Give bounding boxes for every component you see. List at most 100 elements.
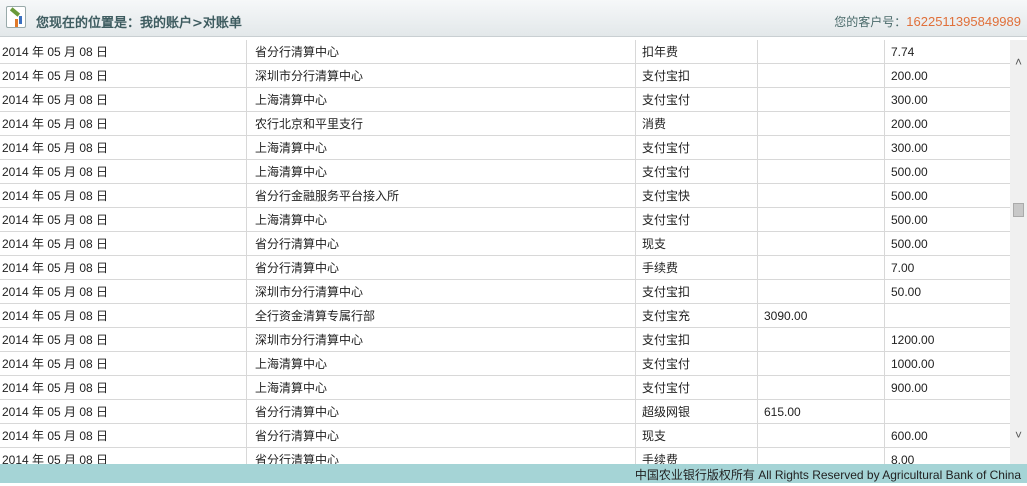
date-cell: 2014 年 05 月 08 日: [0, 328, 247, 352]
summary-cell: 支付宝快: [636, 184, 758, 208]
expense-cell: 7.74: [891, 45, 915, 59]
income-cell: [758, 112, 885, 136]
table-row: 2014 年 05 月 08 日省分行清算中心 现支 500.00: [0, 232, 1010, 256]
institution-cell: 深圳市分行清算中心: [247, 64, 636, 88]
date-cell: 2014 年 05 月 08 日: [0, 376, 247, 400]
summary-cell: 支付宝付: [636, 208, 758, 232]
expense-cell: 8.00: [891, 453, 915, 464]
table-row: 2014 年 05 月 08 日深圳市分行清算中心 支付宝扣 200.00: [0, 64, 1010, 88]
date-cell: 2014 年 05 月 08 日: [0, 352, 247, 376]
date-cell: 2014 年 05 月 08 日: [0, 232, 247, 256]
summary-cell: 支付宝充: [636, 304, 758, 328]
table-row: 2014 年 05 月 08 日上海清算中心 支付宝付 1000.00: [0, 352, 1010, 376]
table-row: 2014 年 05 月 08 日全行资金清算专属行部 支付宝充 3090.00: [0, 304, 1010, 328]
summary-cell: 支付宝扣: [636, 64, 758, 88]
customer-label: 您的客户号：: [834, 15, 907, 29]
scroll-down-icon[interactable]: ˅: [1010, 427, 1027, 444]
income-cell: [758, 184, 885, 208]
expense-cell: [885, 304, 1010, 328]
summary-cell: 扣年费: [636, 40, 758, 64]
expense-cell: 500.00: [891, 189, 928, 203]
income-cell: [758, 376, 885, 400]
scroll-up-icon[interactable]: ˄: [1010, 54, 1027, 71]
table-row: 2014 年 05 月 08 日省分行清算中心 超级网银 615.00: [0, 400, 1010, 424]
expense-cell: 7.00: [891, 261, 915, 275]
institution-cell: 上海清算中心: [247, 208, 636, 232]
institution-cell: 省分行清算中心: [247, 232, 636, 256]
scrollbar[interactable]: ˄ ˅: [1010, 40, 1027, 464]
table-row: 2014 年 05 月 08 日上海清算中心 支付宝付 500.00: [0, 208, 1010, 232]
table-row: 2014 年 05 月 08 日省分行清算中心 现支 600.00: [0, 424, 1010, 448]
income-cell: [758, 64, 885, 88]
institution-cell: 上海清算中心: [247, 376, 636, 400]
summary-cell: 手续费: [636, 256, 758, 280]
table-row: 2014 年 05 月 08 日上海清算中心 支付宝付 500.00: [0, 160, 1010, 184]
table-row: 2014 年 05 月 08 日上海清算中心 支付宝付 300.00: [0, 136, 1010, 160]
income-cell: [758, 256, 885, 280]
summary-cell: 支付宝付: [636, 352, 758, 376]
summary-cell: 手续费: [636, 448, 758, 464]
expense-cell: 50.00: [891, 285, 922, 299]
date-cell: 2014 年 05 月 08 日: [0, 64, 247, 88]
institution-cell: 深圳市分行清算中心: [247, 280, 636, 304]
income-cell: [758, 280, 885, 304]
date-cell: 2014 年 05 月 08 日: [0, 136, 247, 160]
expense-cell: 900.00: [891, 381, 928, 395]
table-row: 2014 年 05 月 08 日省分行清算中心 扣年费 7.74: [0, 40, 1010, 64]
summary-cell: 支付宝扣: [636, 280, 758, 304]
statement-table: 2014 年 05 月 08 日省分行清算中心 扣年费 7.74 2014 年 05 …: [0, 40, 1010, 464]
summary-cell: 支付宝付: [636, 376, 758, 400]
date-cell: 2014 年 05 月 08 日: [0, 256, 247, 280]
scrollbar-thumb[interactable]: [1013, 203, 1024, 217]
date-cell: 2014 年 05 月 08 日: [0, 88, 247, 112]
page-header: 您现在的位置是：我的账户>对账单 您的客户号：1622511395849989: [0, 0, 1027, 37]
institution-cell: 上海清算中心: [247, 88, 636, 112]
table-row: 2014 年 05 月 08 日上海清算中心 支付宝付 300.00: [0, 88, 1010, 112]
income-cell: [758, 208, 885, 232]
expense-cell: 600.00: [891, 429, 928, 443]
institution-cell: 上海清算中心: [247, 136, 636, 160]
income-cell: [758, 136, 885, 160]
institution-cell: 省分行清算中心: [247, 256, 636, 280]
institution-cell: 深圳市分行清算中心: [247, 328, 636, 352]
expense-cell: 300.00: [891, 141, 928, 155]
date-cell: 2014 年 05 月 08 日: [0, 424, 247, 448]
institution-cell: 农行北京和平里支行: [247, 112, 636, 136]
income-cell: [758, 40, 885, 64]
expense-cell: 300.00: [891, 93, 928, 107]
income-cell: [758, 424, 885, 448]
income-cell: 615.00: [758, 400, 885, 424]
table-row: 2014 年 05 月 08 日省分行清算中心 手续费 7.00: [0, 256, 1010, 280]
date-cell: 2014 年 05 月 08 日: [0, 208, 247, 232]
institution-cell: 全行资金清算专属行部: [247, 304, 636, 328]
institution-cell: 上海清算中心: [247, 352, 636, 376]
summary-cell: 现支: [636, 424, 758, 448]
income-cell: [758, 232, 885, 256]
table-row: 2014 年 05 月 08 日上海清算中心 支付宝付 900.00: [0, 376, 1010, 400]
footer-copyright: 中国农业银行版权所有 All Rights Reserved by Agricu…: [0, 464, 1027, 483]
summary-cell: 超级网银: [636, 400, 758, 424]
date-cell: 2014 年 05 月 08 日: [0, 40, 247, 64]
customer-number-value: 1622511395849989: [906, 14, 1021, 29]
income-cell: 3090.00: [758, 304, 885, 328]
income-cell: [758, 88, 885, 112]
table-row: 2014 年 05 月 08 日省分行清算中心 手续费 8.00: [0, 448, 1010, 464]
expense-cell: 500.00: [891, 165, 928, 179]
date-cell: 2014 年 05 月 08 日: [0, 304, 247, 328]
expense-cell: 200.00: [891, 69, 928, 83]
income-cell: [758, 352, 885, 376]
date-cell: 2014 年 05 月 08 日: [0, 160, 247, 184]
table-row: 2014 年 05 月 08 日省分行金融服务平台接入所 支付宝快 500.00: [0, 184, 1010, 208]
date-cell: 2014 年 05 月 08 日: [0, 112, 247, 136]
summary-cell: 支付宝扣: [636, 328, 758, 352]
date-cell: 2014 年 05 月 08 日: [0, 400, 247, 424]
expense-cell: [885, 400, 1010, 424]
table-row: 2014 年 05 月 08 日深圳市分行清算中心 支付宝扣 50.00: [0, 280, 1010, 304]
institution-cell: 省分行金融服务平台接入所: [247, 184, 636, 208]
income-cell: [758, 448, 885, 464]
date-cell: 2014 年 05 月 08 日: [0, 280, 247, 304]
expense-cell: 500.00: [891, 237, 928, 251]
date-cell: 2014 年 05 月 08 日: [0, 184, 247, 208]
statement-icon: [6, 6, 26, 28]
income-cell: [758, 160, 885, 184]
